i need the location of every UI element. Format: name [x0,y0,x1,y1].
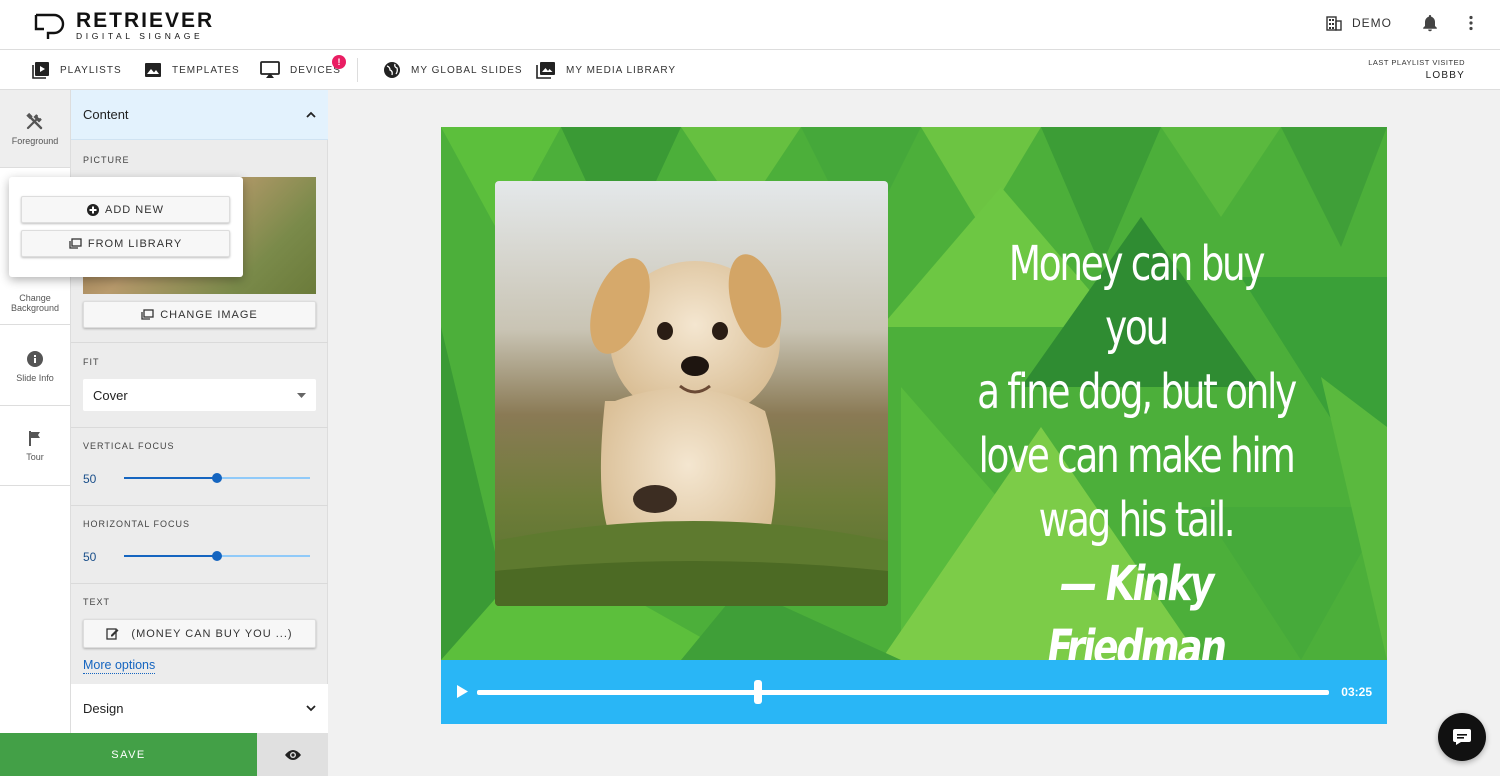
devices-alert-badge: ! [332,55,346,69]
organization-label: DEMO [1352,16,1392,30]
retriever-logo-icon [34,13,65,39]
image-source-menu: ADD NEW FROM LIBRARY [9,177,243,277]
playlist-icon [32,62,49,79]
media-library-icon [141,309,154,320]
bell-icon[interactable] [1422,14,1438,32]
section-divider [71,505,328,506]
fit-label: FIT [83,357,100,367]
section-divider [71,342,328,343]
last-visited-value: LOBBY [1425,70,1465,81]
fit-select-value: Cover [93,387,128,403]
from-library-button[interactable]: FROM LIBRARY [21,230,230,257]
nav-playlists-label: PLAYLISTS [60,64,122,76]
brand-title: RETRIEVER [76,8,215,32]
content-section-header[interactable]: Content [71,90,328,140]
tools-icon [26,112,43,130]
nav-divider [357,58,358,82]
play-icon[interactable] [456,685,468,698]
main-nav: PLAYLISTS TEMPLATES DEVICES ! MY GLOBAL … [0,50,1500,90]
flag-icon [29,431,40,446]
last-playlist-visited[interactable]: LAST PLAYLIST VISITED LOBBY [1368,58,1465,81]
vertical-focus-value: 50 [83,472,97,486]
quote-line-2: a fine dog, but only [977,364,1297,420]
brand-subtitle: DIGITAL SIGNAGE [76,30,204,41]
playback-scrubber[interactable] [754,680,763,704]
horizontal-focus-label: HORIZONTAL FOCUS [83,519,191,529]
preview-button[interactable] [257,733,328,776]
slide-quote[interactable]: Money can buy you a fine dog, but only l… [976,232,1297,660]
eye-icon [284,749,301,760]
media-library-icon [536,62,555,79]
image-icon [145,63,161,77]
quote-author: — Kinky Friedman [976,552,1296,660]
quote-line-1: Money can buy you [1008,236,1266,356]
horizontal-focus-thumb[interactable] [212,551,222,561]
nav-templates-label: TEMPLATES [172,64,240,76]
nav-devices[interactable]: DEVICES [260,61,341,79]
change-image-label: CHANGE IMAGE [160,308,258,321]
cast-icon [260,61,280,78]
slide-player: 03:25 [441,660,1387,724]
edit-text-button[interactable]: (MONEY CAN BUY YOU ...) [83,619,316,648]
rail-slide-info-label: Slide Info [16,373,54,383]
vertical-focus-thumb[interactable] [212,473,222,483]
save-button[interactable]: SAVE [0,733,257,776]
nav-playlists[interactable]: PLAYLISTS [32,61,122,79]
playback-duration: 03:25 [1341,685,1372,699]
rail-tour-label: Tour [26,452,44,462]
quote-line-3: love can make him [978,428,1295,484]
globe-icon [384,62,400,78]
edit-text-label: (MONEY CAN BUY YOU ...) [131,627,293,640]
rail-foreground[interactable]: Foreground [0,90,70,168]
add-circle-icon [87,203,100,216]
quote-line-4: wag his tail. [1038,492,1236,548]
rail-foreground-label: Foreground [11,136,59,146]
retriever-logo[interactable]: RETRIEVER DIGITAL SIGNAGE [32,10,214,40]
caret-down-icon [297,392,306,398]
nav-media-library-label: MY MEDIA LIBRARY [566,64,677,76]
more-options-link[interactable]: More options [83,658,156,674]
slide-canvas[interactable]: Money can buy you a fine dog, but only l… [441,127,1387,660]
horizontal-focus-value: 50 [83,550,97,564]
nav-templates[interactable]: TEMPLATES [144,61,240,79]
organization-switcher[interactable]: DEMO [1326,15,1392,31]
fit-select[interactable]: Cover [83,379,316,411]
last-visited-label: LAST PLAYLIST VISITED [1368,58,1465,67]
design-section-title: Design [83,701,124,716]
section-divider [71,583,328,584]
from-library-label: FROM LIBRARY [87,237,183,250]
building-icon [1326,16,1342,31]
change-image-button[interactable]: CHANGE IMAGE [83,301,316,328]
section-divider [71,427,328,428]
vertical-focus-slider[interactable] [124,473,310,483]
rail-change-background-label: Change Background [10,293,60,313]
puppy-photo [495,181,888,606]
media-library-icon [69,238,82,249]
design-section-header[interactable]: Design [71,684,328,733]
top-bar: RETRIEVER DIGITAL SIGNAGE DEMO [0,0,1500,50]
edit-icon [106,628,119,640]
nav-media-library[interactable]: MY MEDIA LIBRARY [536,61,676,79]
nav-global-slides[interactable]: MY GLOBAL SLIDES [383,61,523,79]
info-icon [27,351,43,367]
rail-tour[interactable]: Tour [0,407,70,486]
horizontal-focus-slider[interactable] [124,551,310,561]
content-section-title: Content [83,107,129,122]
chevron-up-icon [306,111,316,118]
more-vert-icon[interactable] [1468,15,1474,31]
chat-button[interactable] [1438,713,1486,761]
text-label: TEXT [83,597,111,607]
rail-slide-info[interactable]: Slide Info [0,327,70,406]
vertical-focus-label: VERTICAL FOCUS [83,441,175,451]
nav-global-slides-label: MY GLOBAL SLIDES [411,64,523,76]
chevron-down-icon [306,705,316,712]
add-new-label: ADD NEW [105,203,164,216]
picture-label: PICTURE [83,155,130,165]
chat-icon [1453,729,1471,745]
author-dash: — [1060,556,1106,612]
add-new-button[interactable]: ADD NEW [21,196,230,223]
playback-timeline[interactable] [477,690,1329,695]
